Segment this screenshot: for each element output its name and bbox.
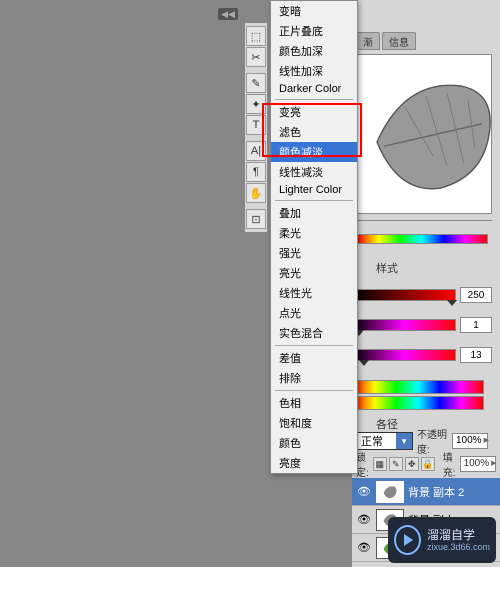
menu-item[interactable]: 叠加 bbox=[271, 203, 357, 223]
color-slider[interactable] bbox=[352, 289, 456, 301]
lock-transparency-icon[interactable]: ▦ bbox=[373, 457, 387, 471]
tool-button-1[interactable]: ⬚ bbox=[246, 26, 266, 46]
menu-item[interactable]: 点光 bbox=[271, 303, 357, 323]
menu-separator bbox=[275, 345, 353, 346]
tool-strip: ⬚ ✂ ✎ ✦ T A| ¶ ✋ ⊡ bbox=[244, 22, 268, 233]
menu-item[interactable]: 颜色 bbox=[271, 433, 357, 453]
dropdown-arrow-icon: ▼ bbox=[396, 433, 412, 449]
blend-mode-value: 正常 bbox=[357, 433, 396, 449]
image-preview bbox=[352, 54, 492, 214]
color-slider[interactable] bbox=[352, 319, 456, 331]
menu-item[interactable]: 饱和度 bbox=[271, 413, 357, 433]
lock-all-icon[interactable]: 🔒 bbox=[421, 457, 435, 471]
top-tabs: 渐 信息 bbox=[356, 32, 496, 50]
visibility-toggle-icon[interactable]: 👁 bbox=[356, 484, 372, 500]
menu-item[interactable]: Darker Color bbox=[271, 81, 357, 97]
leaf-image bbox=[363, 65, 492, 205]
menu-item[interactable]: 排除 bbox=[271, 368, 357, 388]
blend-options-row: 正常 ▼ 不透明度: 100%▶ bbox=[352, 430, 492, 452]
menu-item[interactable]: 强光 bbox=[271, 243, 357, 263]
menu-item[interactable]: 变亮 bbox=[271, 102, 357, 122]
layer-thumbnail[interactable] bbox=[376, 481, 404, 503]
color-slider[interactable] bbox=[352, 349, 456, 361]
hue-strip[interactable] bbox=[356, 234, 488, 244]
menu-item[interactable]: 线性减淡 bbox=[271, 162, 357, 182]
blend-mode-menu: 变暗 正片叠底 颜色加深 线性加深 Darker Color 变亮 滤色 颜色减… bbox=[270, 0, 358, 474]
opacity-value[interactable]: 100%▶ bbox=[452, 433, 488, 449]
menu-item[interactable]: 实色混合 bbox=[271, 323, 357, 343]
color-panel bbox=[352, 220, 492, 246]
menu-item[interactable]: 变暗 bbox=[271, 1, 357, 21]
blend-mode-select[interactable]: 正常 ▼ bbox=[356, 432, 413, 450]
menu-item[interactable]: 亮光 bbox=[271, 263, 357, 283]
menu-item[interactable]: 色相 bbox=[271, 393, 357, 413]
slider-row-2: 1 bbox=[352, 314, 492, 336]
lock-position-icon[interactable]: ✥ bbox=[405, 457, 419, 471]
tab-info[interactable]: 信息 bbox=[382, 32, 416, 50]
menu-item[interactable]: 滤色 bbox=[271, 122, 357, 142]
menu-separator bbox=[275, 99, 353, 100]
styles-panel-header[interactable]: 样式 bbox=[370, 258, 492, 276]
tool-button-4[interactable]: ✦ bbox=[246, 94, 266, 114]
visibility-toggle-icon[interactable]: 👁 bbox=[356, 512, 372, 528]
watermark-url: zixue.3d66.com bbox=[427, 542, 490, 552]
lock-pixels-icon[interactable]: ✎ bbox=[389, 457, 403, 471]
visibility-toggle-icon[interactable]: 👁 bbox=[356, 540, 372, 556]
slider-value[interactable]: 250 bbox=[460, 287, 492, 303]
watermark-badge: 溜溜自学 zixue.3d66.com bbox=[388, 517, 496, 563]
fill-label: 填充: bbox=[443, 449, 456, 479]
menu-separator bbox=[275, 200, 353, 201]
tool-button-3[interactable]: ✎ bbox=[246, 73, 266, 93]
menu-item[interactable]: 线性光 bbox=[271, 283, 357, 303]
menu-item[interactable]: 柔光 bbox=[271, 223, 357, 243]
menu-item[interactable]: Lighter Color bbox=[271, 182, 357, 198]
tool-button-2[interactable]: ✂ bbox=[246, 47, 266, 67]
canvas-area bbox=[0, 0, 240, 555]
slider-value[interactable]: 1 bbox=[460, 317, 492, 333]
play-icon bbox=[394, 525, 421, 555]
slider-row-1: 250 bbox=[352, 284, 492, 306]
menu-separator bbox=[275, 390, 353, 391]
tool-button-7[interactable]: ¶ bbox=[246, 162, 266, 182]
tool-button-8[interactable]: ✋ bbox=[246, 183, 266, 203]
bottom-band bbox=[0, 567, 500, 593]
hue-bar-2[interactable] bbox=[352, 396, 484, 410]
tool-button-9[interactable]: ⊡ bbox=[246, 209, 266, 229]
panel-collapse-button[interactable]: ◀◀ bbox=[218, 8, 238, 20]
lock-row: 锁定: ▦ ✎ ✥ 🔒 填充: 100%▶ bbox=[352, 454, 492, 474]
menu-item[interactable]: 差值 bbox=[271, 348, 357, 368]
layer-name: 背景 副本 2 bbox=[408, 484, 496, 500]
tool-button-6[interactable]: A| bbox=[246, 141, 266, 161]
menu-item[interactable]: 颜色加深 bbox=[271, 41, 357, 61]
slider-row-3: 13 bbox=[352, 344, 492, 366]
layer-row[interactable]: 👁 背景 副本 2 bbox=[352, 478, 500, 506]
fill-value[interactable]: 100%▶ bbox=[460, 456, 496, 472]
chevron-right-icon: ▶ bbox=[491, 456, 496, 472]
menu-item-color-dodge[interactable]: 颜色减淡 bbox=[271, 142, 357, 162]
menu-item[interactable]: 正片叠底 bbox=[271, 21, 357, 41]
menu-item[interactable]: 线性加深 bbox=[271, 61, 357, 81]
tool-button-5[interactable]: T bbox=[246, 115, 266, 135]
slider-value[interactable]: 13 bbox=[460, 347, 492, 363]
tab-canvas[interactable]: 渐 bbox=[356, 32, 380, 50]
watermark-title: 溜溜自学 bbox=[427, 528, 490, 542]
menu-item[interactable]: 亮度 bbox=[271, 453, 357, 473]
right-panel: 渐 信息 样式 250 1 13 各径 正常 ▼ 不透明度: 100%▶ bbox=[352, 0, 500, 593]
chevron-right-icon: ▶ bbox=[484, 433, 489, 449]
hue-bar-1[interactable] bbox=[352, 380, 484, 394]
